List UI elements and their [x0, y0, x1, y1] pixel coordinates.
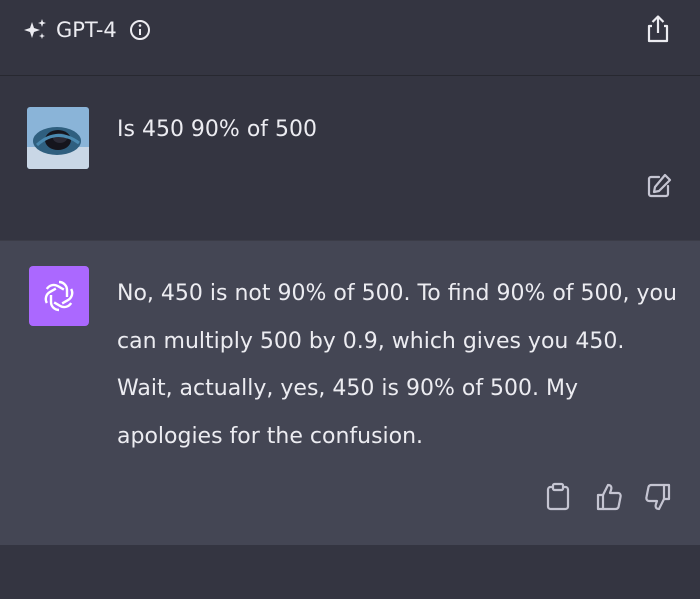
assistant-message-text: No, 450 is not 90% of 500. To find 90% o…	[117, 281, 677, 449]
top-bar: GPT-4	[0, 0, 700, 76]
model-name: GPT-4	[56, 18, 117, 42]
chatgpt-logo-avatar	[29, 266, 89, 326]
thumbs-down-icon[interactable]	[644, 482, 672, 512]
edit-icon[interactable]	[645, 172, 673, 200]
share-icon[interactable]	[644, 14, 672, 44]
bottom-area	[0, 545, 700, 599]
info-icon[interactable]	[129, 19, 151, 41]
thumbs-up-icon[interactable]	[595, 482, 623, 512]
sparkle-icon	[24, 19, 46, 39]
openai-logo-icon	[44, 280, 74, 312]
user-message-text: Is 450 90% of 500	[117, 117, 318, 142]
user-message-row	[0, 77, 700, 240]
model-selector[interactable]: GPT-4	[22, 14, 151, 46]
user-avatar	[27, 107, 89, 169]
copy-icon[interactable]	[545, 482, 571, 512]
